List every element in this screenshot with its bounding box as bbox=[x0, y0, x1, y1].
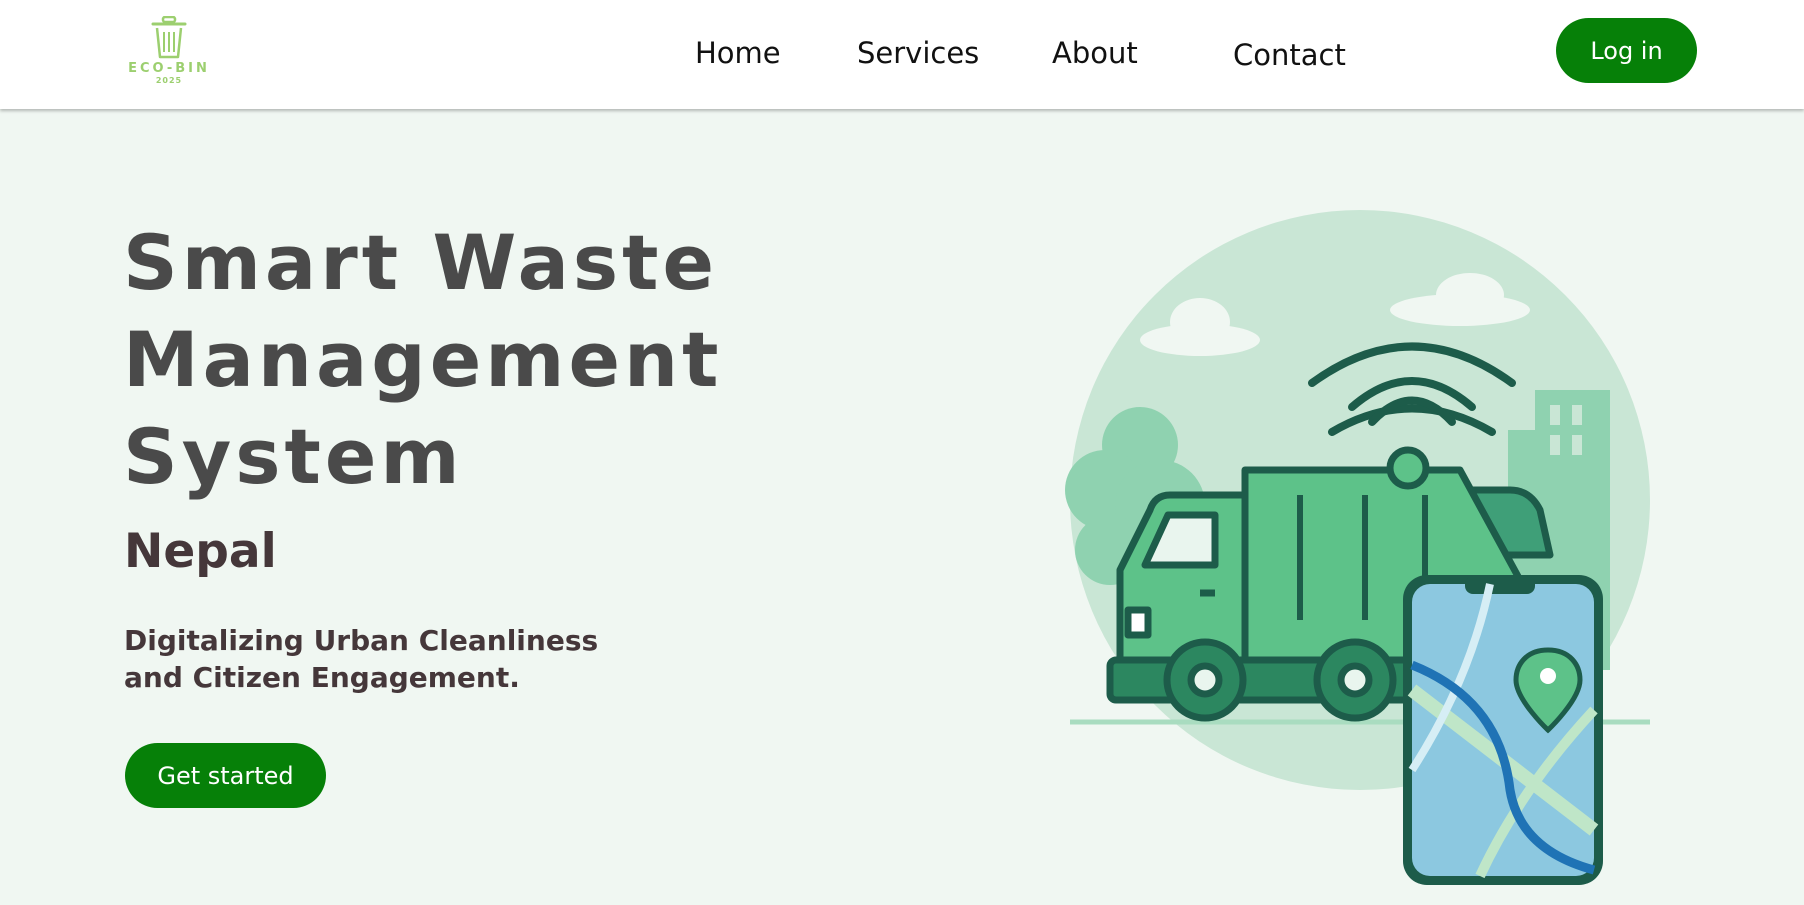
hero-title-line: System bbox=[123, 412, 464, 501]
hero-illustration bbox=[1065, 210, 1650, 885]
nav-link-about[interactable]: About bbox=[1052, 36, 1138, 70]
top-navigation-bar: ECO-BIN 2025 Home Services About Contact… bbox=[0, 0, 1804, 109]
login-button[interactable]: Log in bbox=[1556, 18, 1697, 83]
hero-title-line: Management bbox=[123, 315, 723, 404]
logo-text: ECO-BIN bbox=[128, 61, 210, 76]
hero-subtitle: Nepal bbox=[124, 524, 277, 579]
get-started-button[interactable]: Get started bbox=[125, 743, 326, 808]
nav-link-services[interactable]: Services bbox=[857, 36, 979, 70]
logo-year: 2025 bbox=[155, 76, 183, 85]
eco-bin-logo[interactable]: ECO-BIN 2025 bbox=[123, 16, 215, 86]
hero-title: Smart Waste Management System bbox=[123, 214, 722, 505]
nav-link-contact[interactable]: Contact bbox=[1233, 38, 1346, 72]
trash-bin-icon bbox=[151, 16, 187, 59]
hero-tagline: Digitalizing Urban Cleanliness and Citiz… bbox=[124, 622, 684, 696]
nav-link-home[interactable]: Home bbox=[695, 36, 781, 70]
hero-tagline-line: Digitalizing Urban Cleanliness bbox=[124, 624, 599, 657]
smartphone-map-icon bbox=[1403, 575, 1603, 885]
hero-title-line: Smart Waste bbox=[123, 218, 718, 307]
hero-tagline-line: and Citizen Engagement. bbox=[124, 661, 520, 694]
